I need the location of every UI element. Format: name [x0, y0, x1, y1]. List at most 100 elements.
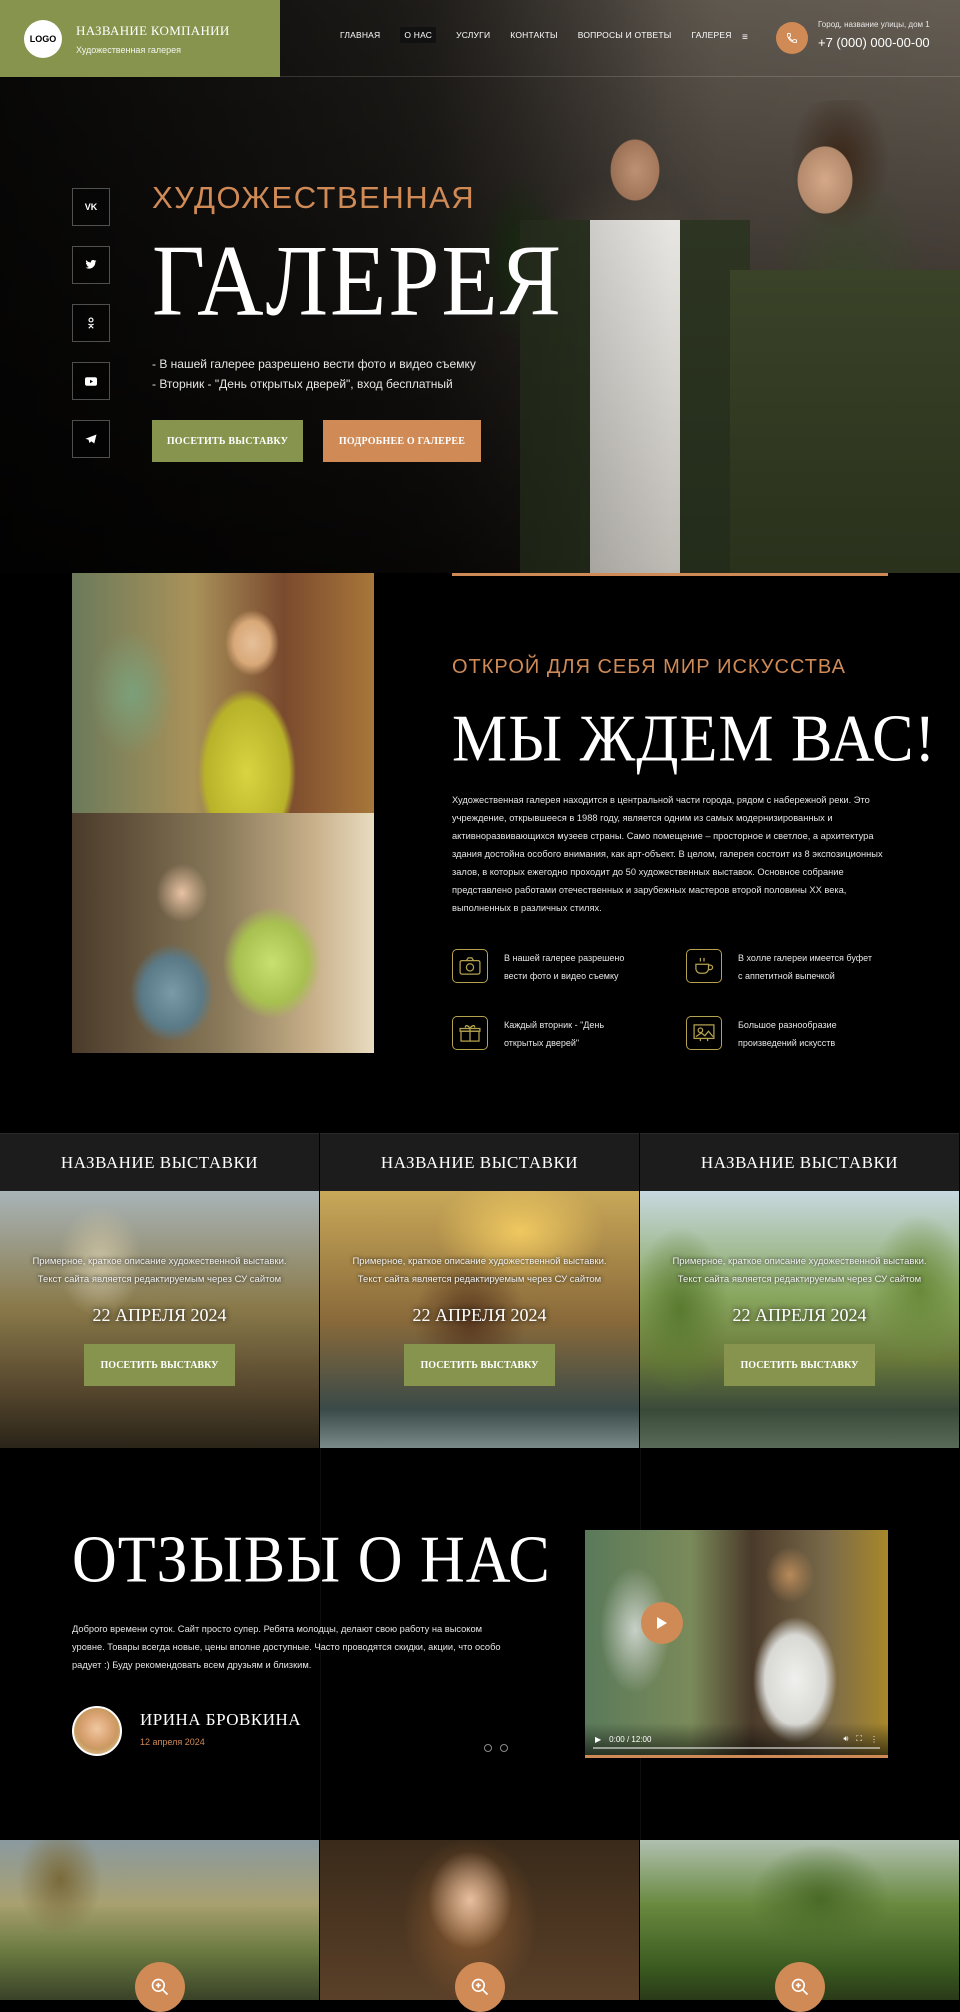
- video-play-icon[interactable]: ▶: [595, 1735, 601, 1744]
- zoom-in-icon: [151, 1978, 168, 1996]
- phone-icon: [787, 33, 797, 43]
- feature-buffet: В холле галереи имеется буфет с аппетитн…: [686, 949, 878, 985]
- gallery-details-button[interactable]: ПОДРОБНЕЕ О ГАЛЕРЕЕ: [323, 420, 481, 462]
- exhibition-desc-line: Примерное, краткое описание художественн…: [672, 1256, 927, 1267]
- exhibition-date: 22 АПРЕЛЯ 2024: [92, 1305, 227, 1325]
- reviewer-name: ИРИНА БРОВКИНА: [140, 1710, 302, 1729]
- play-button[interactable]: [641, 1602, 683, 1644]
- brand-text: НАЗВАНИЕ КОМПАНИИ Художественная галерея: [76, 23, 230, 55]
- fullscreen-icon[interactable]: ⛶: [856, 1734, 862, 1744]
- exhibition-card: НАЗВАНИЕ ВЫСТАВКИ Примерное, краткое опи…: [0, 1133, 320, 1448]
- youtube-icon[interactable]: [72, 362, 110, 400]
- video-progress-bar[interactable]: [593, 1747, 880, 1749]
- company-name: НАЗВАНИЕ КОМПАНИИ: [76, 22, 230, 38]
- visit-exhibition-button[interactable]: ПОСЕТИТЬ ВЫСТАВКУ: [724, 1344, 875, 1386]
- hero-line: - В нашей галерее разрешено вести фото и…: [152, 357, 476, 371]
- gallery-item[interactable]: [0, 1840, 320, 2012]
- company-subtitle: Художественная галерея: [76, 44, 182, 55]
- nav-item-services[interactable]: УСЛУГИ: [456, 30, 490, 43]
- feature-photo: В нашей галерее разрешено вести фото и в…: [452, 949, 644, 985]
- more-options-icon[interactable]: ⋮: [870, 1735, 878, 1744]
- hero-title: ГАЛЕРЕЯ: [152, 224, 563, 337]
- exhibition-desc-line: Текст сайта является редактируемым через…: [357, 1274, 602, 1285]
- exhibition-desc-line: Примерное, краткое описание художественн…: [32, 1256, 287, 1267]
- about-photo-mother-son: [72, 813, 374, 1053]
- slider-dot[interactable]: [500, 1744, 508, 1752]
- exhibition-description: Примерное, краткое описание художественн…: [32, 1253, 286, 1289]
- accent-line: [585, 1755, 888, 1758]
- hero-section: LOGO НАЗВАНИЕ КОМПАНИИ Художественная га…: [0, 0, 960, 573]
- reviews-title: ОТЗЫВЫ О НАС: [72, 1523, 551, 1597]
- about-kicker: ОТКРОЙ ДЛЯ СЕБЯ МИР ИСКУССТВА: [452, 656, 846, 678]
- about-section: ОТКРОЙ ДЛЯ СЕБЯ МИР ИСКУССТВА МЫ ЖДЕМ ВА…: [0, 573, 960, 1133]
- zoom-in-icon: [791, 1978, 808, 1996]
- exhibition-title: НАЗВАНИЕ ВЫСТАВКИ: [0, 1133, 319, 1191]
- nav-item-home[interactable]: ГЛАВНАЯ: [340, 30, 380, 43]
- odnoklassniki-icon[interactable]: [72, 304, 110, 342]
- review-date: 12 апреля 2024: [140, 1737, 205, 1747]
- play-icon: [657, 1617, 667, 1629]
- telegram-icon[interactable]: [72, 420, 110, 458]
- hero-description: - В нашей галерее разрешено вести фото и…: [152, 354, 563, 394]
- hero-kicker: ХУДОЖЕСТВЕННАЯ: [152, 180, 476, 215]
- exhibition-date: 22 АПРЕЛЯ 2024: [732, 1305, 867, 1325]
- accent-line: [452, 573, 888, 576]
- header-contact: Город, название улицы, дом 1 +7 (000) 00…: [818, 20, 930, 50]
- nav-item-contacts[interactable]: КОНТАКТЫ: [510, 30, 557, 43]
- exhibition-title: НАЗВАНИЕ ВЫСТАВКИ: [640, 1133, 959, 1191]
- zoom-button[interactable]: [774, 1962, 825, 2012]
- gallery-section: [0, 1840, 960, 2012]
- volume-icon[interactable]: 🔊︎: [843, 1734, 848, 1744]
- nav-item-gallery[interactable]: ГАЛЕРЕЯ: [692, 30, 732, 43]
- picture-frame-icon: [686, 1016, 722, 1050]
- zoom-button[interactable]: [454, 1962, 505, 2012]
- exhibition-date: 22 АПРЕЛЯ 2024: [412, 1305, 547, 1325]
- exhibition-card: НАЗВАНИЕ ВЫСТАВКИ Примерное, краткое опи…: [320, 1133, 640, 1448]
- gift-icon: [452, 1016, 488, 1050]
- logo[interactable]: LOGO: [24, 19, 62, 58]
- about-photo-woman: [72, 573, 374, 813]
- header-phone[interactable]: +7 (000) 000-00-00: [818, 35, 930, 50]
- site-header: LOGO НАЗВАНИЕ КОМПАНИИ Художественная га…: [0, 0, 960, 77]
- visit-exhibition-button[interactable]: ПОСЕТИТЬ ВЫСТАВКУ: [404, 1344, 555, 1386]
- feature-text: В нашей галерее разрешено вести фото и в…: [504, 953, 625, 981]
- slider-dots: [484, 1744, 508, 1752]
- video-controls: ▶ 0:00 / 12:00 🔊︎ ⛶ ⋮: [585, 1723, 888, 1755]
- coffee-cup-icon: [686, 949, 722, 983]
- zoom-button[interactable]: [134, 1962, 185, 2012]
- exhibition-body: Примерное, краткое описание художественн…: [640, 1191, 959, 1448]
- exhibition-body: Примерное, краткое описание художественн…: [320, 1191, 639, 1448]
- video-time: 0:00 / 12:00: [609, 1734, 652, 1744]
- twitter-icon[interactable]: [72, 246, 110, 284]
- main-nav: ГЛАВНАЯ О НАС УСЛУГИ КОНТАКТЫ ВОПРОСЫ И …: [340, 27, 732, 43]
- exhibition-desc-line: Текст сайта является редактируемым через…: [677, 1274, 922, 1285]
- gallery-item[interactable]: [320, 1840, 640, 2012]
- gallery-item[interactable]: [640, 1840, 960, 2012]
- camera-icon: [452, 949, 488, 983]
- exhibition-title: НАЗВАНИЕ ВЫСТАВКИ: [320, 1133, 639, 1191]
- exhibition-card: НАЗВАНИЕ ВЫСТАВКИ Примерное, краткое опи…: [640, 1133, 960, 1448]
- visit-exhibition-button[interactable]: ПОСЕТИТЬ ВЫСТАВКУ: [152, 420, 303, 462]
- nav-item-faq[interactable]: ВОПРОСЫ И ОТВЕТЫ: [578, 30, 672, 43]
- brand-block[interactable]: LOGO НАЗВАНИЕ КОМПАНИИ Художественная га…: [0, 0, 280, 77]
- hero-content: ХУДОЖЕСТВЕННАЯ ГАЛЕРЕЯ - В нашей галерее…: [152, 180, 563, 462]
- header-address: Город, название улицы, дом 1: [818, 20, 930, 29]
- feature-variety: Большое разнообразие произведений искусс…: [686, 1016, 878, 1052]
- exhibitions-section: НАЗВАНИЕ ВЫСТАВКИ Примерное, краткое опи…: [0, 1133, 960, 1448]
- vk-icon[interactable]: VK: [72, 188, 110, 226]
- slider-dot[interactable]: [484, 1744, 492, 1752]
- feature-text: Большое разнообразие произведений искусс…: [738, 1020, 837, 1048]
- exhibition-desc-line: Примерное, краткое описание художественн…: [352, 1256, 607, 1267]
- phone-call-button[interactable]: [776, 22, 808, 54]
- nav-item-about[interactable]: О НАС: [400, 27, 437, 43]
- review-text: Доброго времени суток. Сайт просто супер…: [72, 1624, 501, 1670]
- menu-icon[interactable]: ≡: [742, 32, 748, 43]
- avatar: [72, 1706, 122, 1756]
- zoom-in-icon: [471, 1978, 488, 1996]
- exhibition-description: Примерное, краткое описание художественн…: [672, 1253, 926, 1289]
- video-player[interactable]: ▶ 0:00 / 12:00 🔊︎ ⛶ ⋮: [585, 1530, 888, 1755]
- visit-exhibition-button[interactable]: ПОСЕТИТЬ ВЫСТАВКУ: [84, 1344, 235, 1386]
- feature-text: Каждый вторник - "День открытых дверей": [504, 1020, 605, 1048]
- feature-text: В холле галереи имеется буфет с аппетитн…: [738, 953, 873, 981]
- exhibition-body: Примерное, краткое описание художественн…: [0, 1191, 319, 1448]
